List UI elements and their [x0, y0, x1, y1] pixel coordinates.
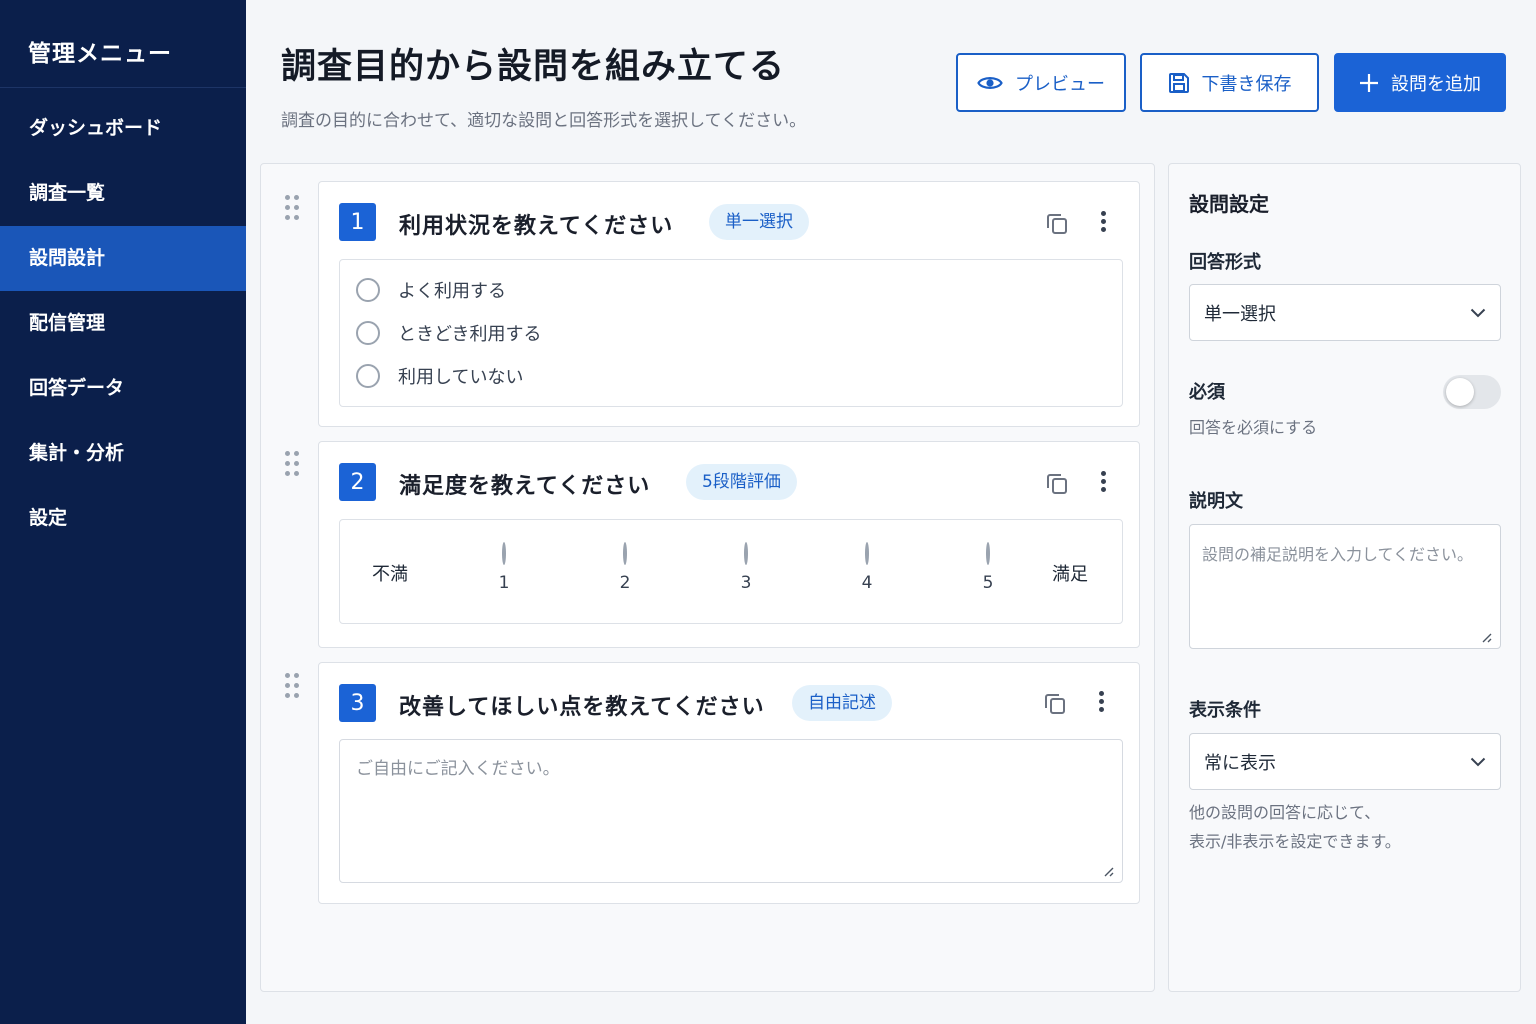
sidebar-item-distribution[interactable]: 配信管理	[0, 291, 246, 356]
question-type-badge: 単一選択	[709, 204, 809, 240]
resize-handle-icon[interactable]	[1102, 862, 1114, 877]
scale-value: 3	[740, 573, 752, 593]
more-options-icon[interactable]	[1100, 471, 1108, 493]
answer-format-select[interactable]: 単一選択	[1189, 284, 1501, 341]
copy-icon[interactable]	[1045, 471, 1069, 495]
question-card-1[interactable]: 1 利用状況を教えてください 単一選択 よく利用する ときどき利用する 利用して…	[318, 181, 1140, 427]
sidebar: 管理メニュー ダッシュボード 調査一覧 設問設計 配信管理 回答データ 集計・分…	[0, 0, 246, 1024]
radio-button[interactable]	[356, 278, 380, 302]
display-condition-help-line-1: 他の設問の回答に応じて、	[1189, 803, 1381, 822]
option-label: ときどき利用する	[398, 324, 542, 345]
required-help: 回答を必須にする	[1189, 418, 1318, 437]
scale-option-5[interactable]: 5	[973, 542, 1003, 593]
preview-button[interactable]: プレビュー	[956, 53, 1126, 112]
drag-handle-icon[interactable]	[285, 195, 301, 221]
answer-format-value: 単一選択	[1204, 303, 1276, 325]
more-options-icon[interactable]	[1100, 211, 1108, 233]
copy-icon[interactable]	[1045, 211, 1069, 235]
display-condition-help-line-2: 表示/非表示を設定できます。	[1189, 832, 1401, 851]
option-1[interactable]: よく利用する	[356, 277, 506, 303]
scale-option-4[interactable]: 4	[852, 542, 882, 593]
scale-value: 4	[861, 573, 873, 593]
sidebar-item-response-data[interactable]: 回答データ	[0, 356, 246, 421]
sidebar-nav: ダッシュボード 調査一覧 設問設計 配信管理 回答データ 集計・分析 設定	[0, 96, 246, 551]
preview-button-label: プレビュー	[1015, 73, 1105, 95]
radio-button[interactable]	[356, 364, 380, 388]
description-input[interactable]: 設問の補足説明を入力してください。	[1189, 524, 1501, 649]
page-subtitle: 調査の目的に合わせて、適切な設問と回答形式を選択してください。	[281, 111, 807, 131]
question-number: 2	[339, 463, 376, 501]
scale-option-3[interactable]: 3	[731, 542, 761, 593]
option-label: よく利用する	[398, 281, 506, 302]
radio-button[interactable]	[502, 542, 506, 565]
drag-handle-icon[interactable]	[285, 451, 301, 477]
question-number: 1	[339, 203, 376, 241]
question-type-badge: 自由記述	[792, 685, 892, 721]
required-toggle[interactable]	[1443, 375, 1501, 409]
save-icon	[1168, 72, 1190, 94]
sidebar-item-question-design[interactable]: 設問設計	[0, 226, 246, 291]
chevron-down-icon	[1470, 751, 1486, 772]
resize-handle-icon[interactable]	[1480, 628, 1492, 643]
display-condition-select[interactable]: 常に表示	[1189, 733, 1501, 790]
radio-button[interactable]	[986, 542, 990, 565]
scale-value: 5	[982, 573, 994, 593]
question-card-2[interactable]: 2 満足度を教えてください 5段階評価 不満 1 2 3 4 5 満足	[318, 441, 1140, 648]
options-container: よく利用する ときどき利用する 利用していない	[339, 259, 1123, 407]
option-label: 利用していない	[398, 367, 524, 388]
add-question-button-label: 設問を追加	[1391, 73, 1481, 95]
required-label: 必須	[1189, 382, 1225, 403]
option-3[interactable]: 利用していない	[356, 363, 523, 389]
radio-button[interactable]	[623, 542, 627, 565]
question-card-3[interactable]: 3 改善してほしい点を教えてください 自由記述 ご自由にご記入ください。	[318, 662, 1140, 904]
eye-icon	[977, 74, 1003, 92]
free-text-placeholder: ご自由にご記入ください。	[356, 759, 560, 779]
sidebar-item-survey-list[interactable]: 調査一覧	[0, 161, 246, 226]
display-condition-help: 他の設問の回答に応じて、 表示/非表示を設定できます。	[1189, 798, 1401, 856]
radio-button[interactable]	[744, 542, 748, 565]
sidebar-item-analysis[interactable]: 集計・分析	[0, 421, 246, 486]
display-condition-value: 常に表示	[1204, 752, 1276, 774]
sidebar-item-dashboard[interactable]: ダッシュボード	[0, 96, 246, 161]
save-draft-button[interactable]: 下書き保存	[1140, 53, 1319, 112]
scale-value: 1	[498, 573, 510, 593]
answer-format-label: 回答形式	[1189, 252, 1261, 273]
add-question-button[interactable]: 設問を追加	[1334, 53, 1506, 112]
copy-icon[interactable]	[1043, 691, 1067, 715]
radio-button[interactable]	[865, 542, 869, 565]
drag-handle-icon[interactable]	[285, 673, 301, 699]
chevron-down-icon	[1470, 302, 1486, 323]
sidebar-item-settings[interactable]: 設定	[0, 486, 246, 551]
question-title: 改善してほしい点を教えてください	[399, 695, 765, 720]
display-condition-label: 表示条件	[1189, 700, 1261, 721]
settings-title: 設問設定	[1189, 192, 1269, 216]
question-type-badge: 5段階評価	[686, 464, 797, 500]
save-draft-button-label: 下書き保存	[1201, 73, 1292, 95]
scale-option-2[interactable]: 2	[610, 542, 640, 593]
description-placeholder: 設問の補足説明を入力してください。	[1202, 545, 1474, 564]
page-title: 調査目的から設問を組み立てる	[281, 47, 786, 87]
toggle-knob	[1446, 378, 1474, 406]
free-text-answer-field[interactable]: ご自由にご記入ください。	[339, 739, 1123, 883]
description-label: 説明文	[1189, 491, 1243, 512]
radio-button[interactable]	[356, 321, 380, 345]
question-number: 3	[339, 684, 376, 722]
question-settings-panel: 設問設定 回答形式 単一選択 必須 回答を必須にする 説明文 設問の補足説明を入…	[1168, 163, 1521, 992]
scale-option-1[interactable]: 1	[489, 542, 519, 593]
scale-value: 2	[619, 573, 631, 593]
question-title: 満足度を教えてください	[399, 474, 651, 499]
rating-scale: 不満 1 2 3 4 5 満足	[339, 519, 1123, 624]
sidebar-title: 管理メニュー	[0, 0, 246, 88]
plus-icon	[1359, 73, 1379, 93]
scale-low-label: 不満	[372, 564, 408, 585]
more-options-icon[interactable]	[1098, 691, 1106, 713]
question-title: 利用状況を教えてください	[399, 214, 674, 239]
scale-high-label: 満足	[1052, 564, 1088, 585]
option-2[interactable]: ときどき利用する	[356, 320, 541, 346]
